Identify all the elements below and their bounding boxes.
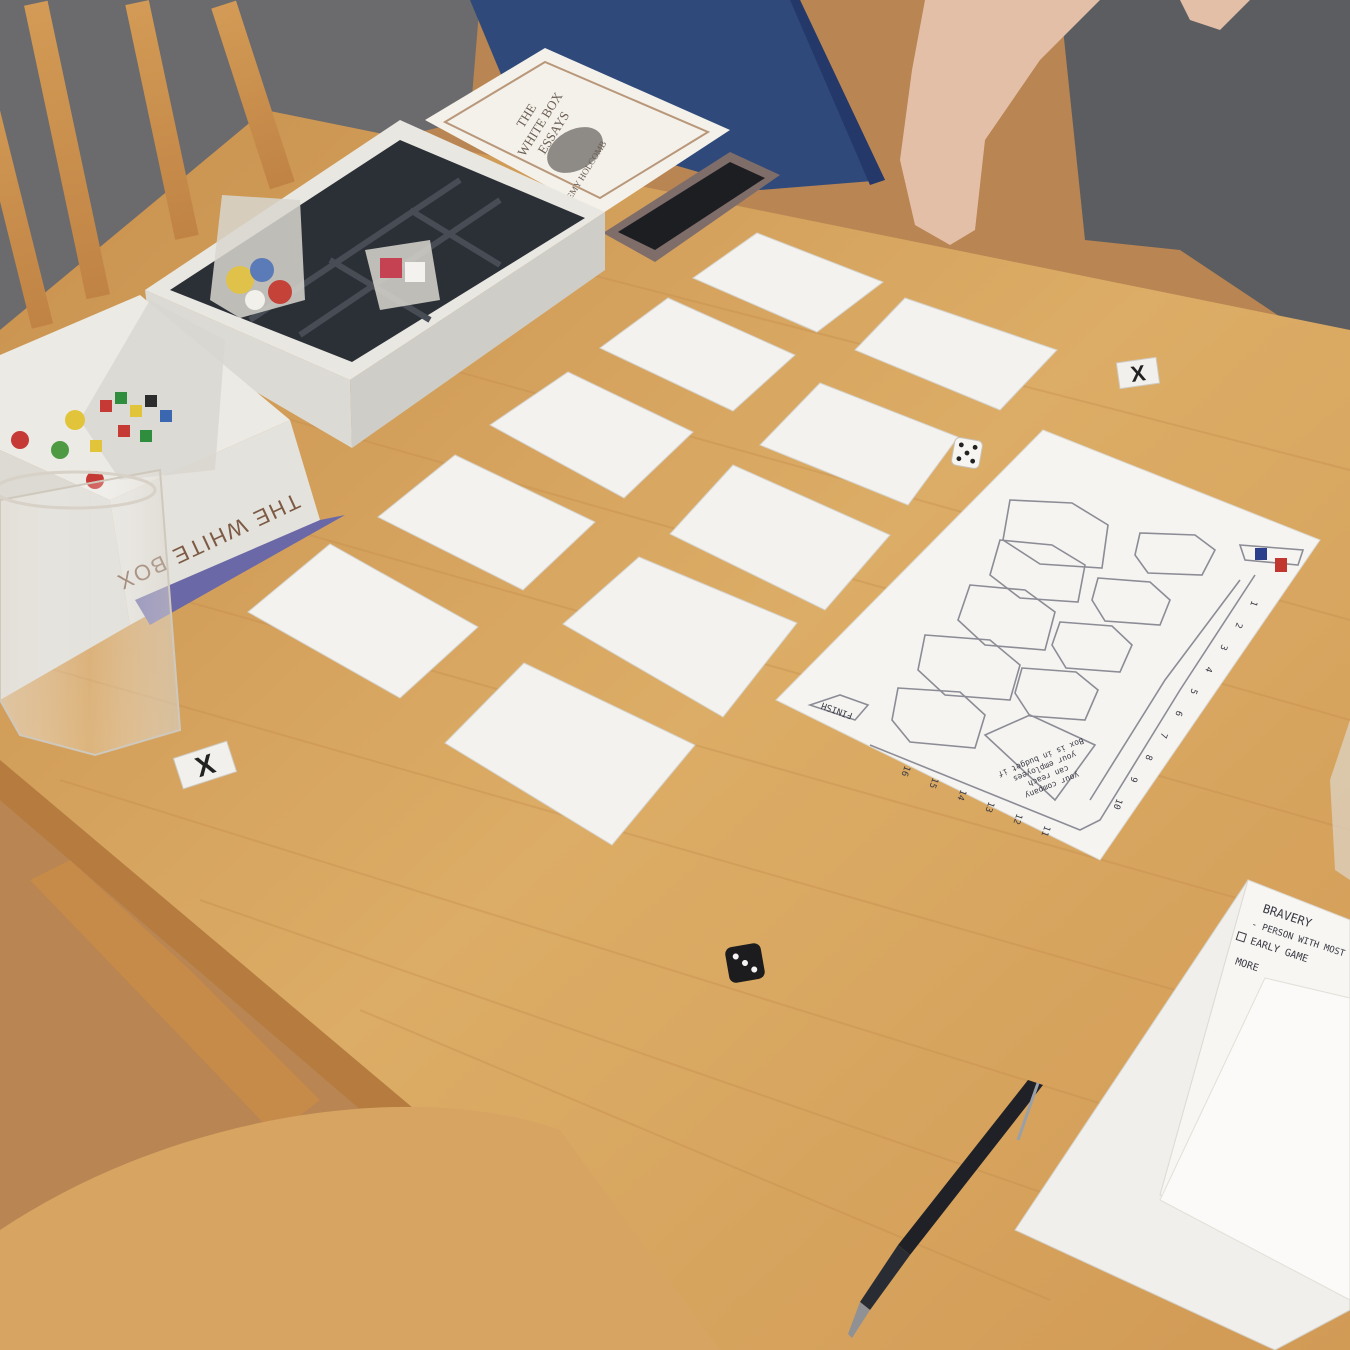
white-die[interactable] <box>951 437 983 469</box>
black-die[interactable] <box>724 942 766 984</box>
drinking-glass <box>0 468 182 757</box>
player-pawn-blue[interactable] <box>1255 548 1267 560</box>
player-pawn-red[interactable] <box>1275 558 1287 572</box>
x-token-right[interactable]: X <box>1115 356 1161 390</box>
game-table-scene: THE WHITE BOX ESSAYS JEREMY HOLCOMB THE … <box>0 0 1350 1350</box>
